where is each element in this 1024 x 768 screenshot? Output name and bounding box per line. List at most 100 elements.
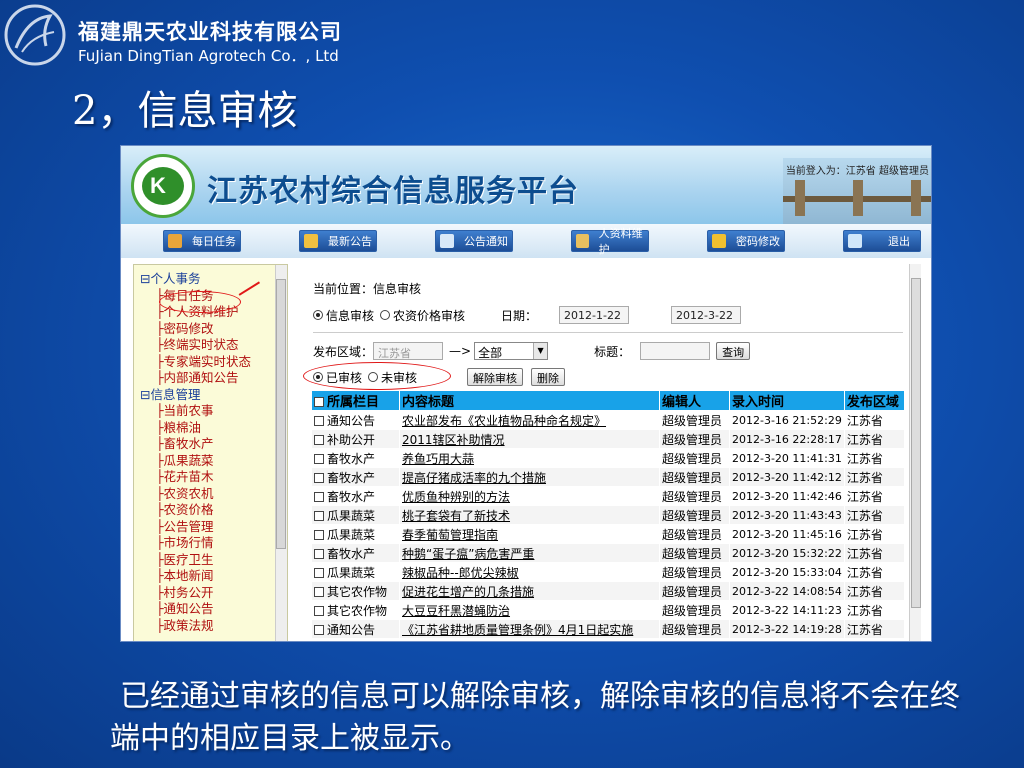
cell-time: 2012-3-22 14:11:23 — [729, 600, 845, 620]
sidebar-group[interactable]: ⊟信息管理 — [140, 387, 251, 404]
row-checkbox[interactable] — [314, 510, 324, 521]
sidebar-item[interactable]: ├政策法规 — [140, 618, 251, 635]
unaudit-button[interactable]: 解除审核 — [467, 368, 524, 386]
sidebar-item[interactable]: ├当前农事 — [140, 403, 251, 420]
row-checkbox[interactable] — [314, 415, 324, 426]
cell-region: 江苏省 — [843, 429, 905, 449]
cell-editor: 超级管理员 — [659, 581, 730, 601]
mode-row: 信息审核 农资价格审核 日期： 2012-1-22 2012-3-22 — [313, 306, 742, 324]
row-checkbox[interactable] — [314, 472, 324, 483]
sidebar-item[interactable]: ├花卉苗木 — [140, 469, 251, 486]
row-checkbox[interactable] — [314, 529, 324, 540]
sidebar-group[interactable]: ⊟个人事务 — [140, 271, 251, 288]
sidebar-item[interactable]: ├粮棉油 — [140, 420, 251, 437]
cell-title[interactable]: 优质鱼种辨别的方法 — [399, 486, 660, 506]
row-checkbox[interactable] — [314, 605, 324, 616]
sidebar-item[interactable]: ├农资价格 — [140, 502, 251, 519]
sidebar-item[interactable]: ├市场行情 — [140, 535, 251, 552]
sidebar-item[interactable]: ├畜牧水产 — [140, 436, 251, 453]
nav-change-password[interactable]: 密码修改 — [707, 230, 785, 252]
cell-title[interactable]: 养鱼巧用大蒜 — [399, 448, 660, 468]
query-button[interactable]: 查询 — [716, 342, 751, 360]
row-checkbox[interactable] — [314, 491, 324, 502]
info-table: 所属栏目 内容标题 编辑人 录入时间 发布区域 通知公告 农业部发布《农业植物品种… — [311, 390, 905, 641]
nav-daily-tasks[interactable]: 每日任务 — [163, 230, 241, 252]
main-scrollbar[interactable] — [909, 264, 921, 641]
sidebar-item[interactable]: ├瓜果蔬菜 — [140, 453, 251, 470]
nav-latest-notice[interactable]: 最新公告 — [299, 230, 377, 252]
sidebar-item[interactable]: ├通知公告 — [140, 601, 251, 618]
sidebar-item[interactable]: ├本地新闻 — [140, 568, 251, 585]
table-row[interactable]: 其它农作物 大豆豆秆黑潜蝇防治 超级管理员 2012-3-22 14:11:23 江苏省 — [311, 600, 905, 620]
cell-time: 2012-3-20 11:42:12 — [729, 467, 845, 487]
row-checkbox[interactable] — [314, 586, 324, 597]
portal-emblem-icon: K — [131, 154, 195, 218]
table-row[interactable]: 补助公开 2011辖区补助情况 超级管理员 2012-3-16 22:28:17 江苏省 — [311, 429, 905, 449]
table-row[interactable]: 畜牧水产 种鹅“蛋子瘟”病危害严重 超级管理员 2012-3-20 15:32:22 江… — [311, 543, 905, 563]
table-header-row: 所属栏目 内容标题 编辑人 录入时间 发布区域 — [311, 390, 905, 411]
row-checkbox[interactable] — [314, 434, 324, 445]
row-checkbox[interactable] — [314, 453, 324, 464]
title-input[interactable] — [640, 342, 711, 360]
sidebar-item[interactable]: ├村务公开 — [140, 585, 251, 602]
sidebar-item[interactable]: ├公告管理 — [140, 519, 251, 536]
cell-time: 2012-3-22 14:21:02 — [729, 638, 845, 641]
cell-title[interactable]: 2011辖区补助情况 — [399, 429, 660, 449]
select-all-checkbox[interactable] — [314, 397, 324, 407]
mode-radio-audit[interactable] — [313, 310, 323, 320]
date-from-input[interactable]: 2012-1-22 — [559, 306, 630, 324]
cell-title[interactable]: 《江苏省耕地质量管理条例》4月1日起实施 — [399, 619, 660, 639]
sidebar-item[interactable]: ├密码修改 — [140, 321, 251, 338]
cell-title[interactable]: 春季葡萄管理指南 — [399, 524, 660, 544]
cell-time: 2012-3-20 11:43:43 — [729, 505, 845, 525]
region-input[interactable]: 江苏省 — [373, 342, 444, 360]
col-category[interactable]: 所属栏目 — [311, 390, 400, 411]
row-checkbox[interactable] — [314, 567, 324, 578]
cell-title[interactable]: 农作小麦草和再生机部会 — [399, 638, 660, 641]
table-row[interactable]: 通知公告 农业部发布《农业植物品种命名规定》 超级管理员 2012-3-16 21:5… — [311, 410, 905, 430]
cell-title[interactable]: 种鹅“蛋子瘟”病危害严重 — [399, 543, 660, 563]
cell-region: 江苏省 — [843, 524, 905, 544]
cell-title[interactable]: 促进花生增产的几条措施 — [399, 581, 660, 601]
cell-editor: 超级管理员 — [659, 543, 730, 563]
date-to-input[interactable]: 2012-3-22 — [671, 306, 742, 324]
main-panel: 当前位置：信息审核 信息审核 农资价格审核 日期： 2012-1-22 2012… — [301, 264, 921, 641]
cell-title[interactable]: 辣椒品种--郎优尖辣椒 — [399, 562, 660, 582]
table-row[interactable]: 瓜果蔬菜 辣椒品种--郎优尖辣椒 超级管理员 2012-3-20 15:33:04 江苏… — [311, 562, 905, 582]
sidebar-item[interactable]: ├专家端实时状态 — [140, 354, 251, 371]
cell-time: 2012-3-16 21:52:29 — [729, 410, 845, 430]
row-checkbox[interactable] — [314, 548, 324, 559]
sidebar-scrollbar[interactable] — [275, 265, 287, 641]
cell-editor: 超级管理员 — [659, 467, 730, 487]
region-select[interactable]: 全部 ▼ — [474, 342, 549, 360]
table-row[interactable]: 其它农作物 促进花生增产的几条措施 超级管理员 2012-3-22 14:08:54 江… — [311, 581, 905, 601]
cell-title[interactable]: 提高仔猪成活率的九个措施 — [399, 467, 660, 487]
table-row[interactable]: 畜牧水产 养鱼巧用大蒜 超级管理员 2012-3-20 11:41:31 江苏省 — [311, 448, 905, 468]
table-row[interactable]: 瓜果蔬菜 春季葡萄管理指南 超级管理员 2012-3-20 11:45:16 江苏省 — [311, 524, 905, 544]
cell-title[interactable]: 大豆豆秆黑潜蝇防治 — [399, 600, 660, 620]
cell-editor: 超级管理员 — [659, 619, 730, 639]
table-row[interactable]: 通知公告农作小麦草和再生机部会超级管理员2012-3-22 14:21:02江苏… — [311, 638, 905, 641]
sidebar-item[interactable]: ├终端实时状态 — [140, 337, 251, 354]
cell-title[interactable]: 农业部发布《农业植物品种命名规定》 — [399, 410, 660, 430]
sidebar-item[interactable]: ├内部通知公告 — [140, 370, 251, 387]
table-row[interactable]: 通知公告 《江苏省耕地质量管理条例》4月1日起实施 超级管理员 2012-3-22 1… — [311, 619, 905, 639]
row-checkbox[interactable] — [314, 624, 324, 635]
sidebar-item[interactable]: ├农资农机 — [140, 486, 251, 503]
delete-button[interactable]: 删除 — [531, 368, 566, 386]
nav-announcements[interactable]: 公告通知 — [435, 230, 513, 252]
mode-radio-price-audit[interactable] — [380, 310, 391, 320]
nav-profile[interactable]: 人资料维护 — [571, 227, 649, 256]
cell-title[interactable]: 桃子套袋有了新技术 — [399, 505, 660, 525]
nav-logout[interactable]: 退出 — [843, 230, 921, 252]
sidebar-item[interactable]: ├医疗卫生 — [140, 552, 251, 569]
cell-editor: 超级管理员 — [659, 562, 730, 582]
table-row[interactable]: 瓜果蔬菜 桃子套袋有了新技术 超级管理员 2012-3-20 11:43:43 江苏省 — [311, 505, 905, 525]
table-row[interactable]: 畜牧水产 优质鱼种辨别的方法 超级管理员 2012-3-20 11:42:46 江苏省 — [311, 486, 905, 506]
table-row[interactable]: 畜牧水产 提高仔猪成活率的九个措施 超级管理员 2012-3-20 11:42:12 江… — [311, 467, 905, 487]
cell-region: 江苏省 — [843, 486, 905, 506]
cell-category: 瓜果蔬菜 — [311, 505, 400, 525]
cell-editor: 超级管理员 — [659, 600, 730, 620]
cell-time: 2012-3-20 11:45:16 — [729, 524, 845, 544]
cell-region: 江苏省 — [843, 448, 905, 468]
